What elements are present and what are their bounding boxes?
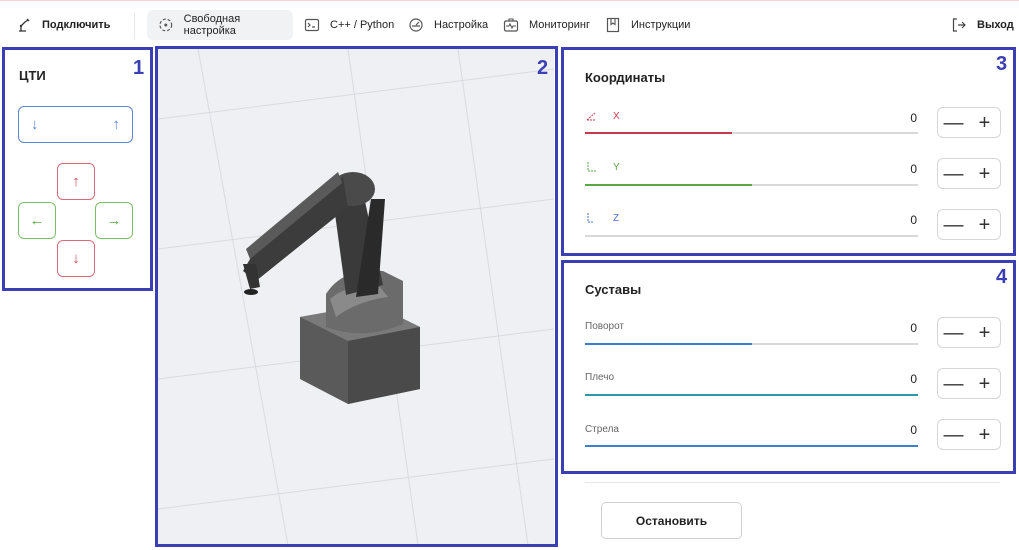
robot-arm-icon — [19, 18, 30, 32]
joint-shoulder-increment-button[interactable]: + — [969, 369, 1000, 398]
joint-rotation-stepper: — + — [937, 317, 1001, 348]
coord-x-label: X — [585, 110, 620, 122]
joint-boom-decrement-button[interactable]: — — [938, 420, 969, 449]
coord-x-fill — [585, 132, 732, 134]
coord-z-value: 0 — [910, 213, 917, 227]
joint-boom-slider[interactable] — [585, 445, 918, 447]
joint-boom-fill — [585, 445, 918, 447]
coord-z-decrement-button[interactable]: — — [938, 210, 969, 239]
coord-y-name: Y — [613, 161, 620, 173]
move-up-button[interactable]: ↑ — [57, 163, 95, 200]
marker-1: 1 — [133, 57, 145, 79]
move-down-button[interactable]: ↓ — [57, 240, 95, 277]
logout-icon — [952, 18, 966, 32]
joint-shoulder-slider[interactable] — [585, 394, 918, 396]
coord-x-decrement-button[interactable]: — — [938, 108, 969, 137]
joint-boom-stepper: — + — [937, 419, 1001, 450]
axis-z-icon — [587, 213, 594, 223]
axis-x-icon — [586, 112, 596, 121]
connect-button[interactable]: Подключить — [16, 10, 110, 40]
tab-monitoring[interactable]: Мониторинг — [503, 10, 590, 40]
tab-free-setup-label: Свободная настройка — [183, 13, 241, 37]
z-down-button[interactable]: ↓ — [31, 116, 39, 133]
coord-x-name: X — [613, 110, 620, 122]
coord-z-slider[interactable] — [585, 235, 918, 237]
connect-label: Подключить — [42, 19, 111, 31]
divider — [585, 482, 1000, 483]
exit-button[interactable]: Выход — [951, 10, 1014, 40]
tab-cpp-python[interactable]: C++ / Python — [304, 10, 394, 40]
target-icon — [159, 18, 173, 32]
marker-2: 2 — [537, 57, 549, 79]
highlight-frame-2 — [155, 46, 558, 547]
exit-label: Выход — [977, 19, 1014, 31]
gauge-icon — [409, 18, 423, 32]
tab-settings[interactable]: Настройка — [408, 10, 488, 40]
joint-boom-value: 0 — [910, 423, 917, 437]
tab-free-setup[interactable]: Свободная настройка — [147, 10, 293, 40]
joint-rotation-fill — [585, 343, 752, 345]
joint-rotation-increment-button[interactable]: + — [969, 318, 1000, 347]
coord-y-label: Y — [585, 161, 620, 173]
joint-boom-increment-button[interactable]: + — [969, 420, 1000, 449]
joints-title: Суставы — [585, 282, 642, 297]
terminal-icon — [304, 18, 320, 32]
joint-shoulder-stepper: — + — [937, 368, 1001, 399]
move-left-button[interactable]: ← — [18, 202, 56, 239]
z-axis-control: ↓ ↑ — [18, 106, 133, 143]
tab-settings-label: Настройка — [434, 19, 489, 31]
joint-boom-label: Стрела — [585, 424, 619, 435]
marker-3: 3 — [996, 53, 1008, 75]
joint-rotation-label: Поворот — [585, 321, 624, 332]
joint-shoulder-decrement-button[interactable]: — — [938, 369, 969, 398]
monitoring-icon — [503, 18, 519, 32]
coord-z-name: Z — [613, 212, 620, 224]
tab-instructions-label: Инструкции — [631, 19, 691, 31]
coord-x-slider[interactable] — [585, 132, 918, 134]
joint-rotation-value: 0 — [910, 321, 917, 335]
joint-rotation-slider[interactable] — [585, 343, 918, 345]
marker-4: 4 — [996, 266, 1008, 288]
coordinates-title: Координаты — [585, 70, 666, 85]
joint-shoulder-fill — [585, 394, 918, 396]
coord-y-decrement-button[interactable]: — — [938, 159, 969, 188]
coord-y-fill — [585, 184, 752, 186]
move-right-button[interactable]: → — [95, 202, 133, 239]
coord-y-value: 0 — [910, 162, 917, 176]
nav-divider — [134, 13, 135, 39]
joint-rotation-decrement-button[interactable]: — — [938, 318, 969, 347]
coord-y-stepper: — + — [937, 158, 1001, 189]
coord-y-slider[interactable] — [585, 184, 918, 186]
bookmark-icon — [606, 17, 620, 33]
coord-x-value: 0 — [910, 111, 917, 125]
tab-cpp-python-label: C++ / Python — [330, 19, 395, 31]
joint-shoulder-value: 0 — [910, 372, 917, 386]
coord-z-label: Z — [585, 212, 619, 224]
coord-y-increment-button[interactable]: + — [969, 159, 1000, 188]
stop-button[interactable]: Остановить — [601, 502, 742, 539]
panel-title: ЦТИ — [19, 68, 46, 83]
coord-z-increment-button[interactable]: + — [969, 210, 1000, 239]
top-nav: Подключить Свободная настройка C++ / Pyt… — [0, 0, 1019, 46]
tab-instructions[interactable]: Инструкции — [605, 10, 690, 40]
tab-monitoring-label: Мониторинг — [529, 19, 591, 31]
coord-x-increment-button[interactable]: + — [969, 108, 1000, 137]
z-up-button[interactable]: ↑ — [113, 116, 121, 133]
coord-z-stepper: — + — [937, 209, 1001, 240]
axis-y-icon — [587, 162, 597, 172]
joint-shoulder-label: Плечо — [585, 372, 615, 383]
coord-x-stepper: — + — [937, 107, 1001, 138]
